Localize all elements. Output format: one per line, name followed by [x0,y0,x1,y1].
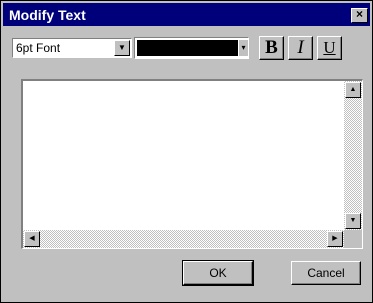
bold-button[interactable]: B [259,36,284,60]
chevron-down-icon: ▼ [118,43,126,52]
ok-button[interactable]: OK [182,260,254,286]
vertical-scrollbar[interactable]: ▲ ▼ [344,81,362,230]
text-color-dropdown[interactable]: ▾ [134,37,249,59]
italic-button[interactable]: I [288,36,313,60]
title-bar[interactable]: Modify Text × [3,3,370,26]
underline-icon: U [323,38,336,57]
ok-label: OK [209,266,227,280]
cancel-label: Cancel [307,266,345,280]
cancel-button[interactable]: Cancel [291,261,361,285]
scroll-down-button[interactable]: ▼ [345,213,361,229]
chevron-down-icon: ▾ [241,43,246,52]
arrow-up-icon: ▲ [349,86,357,93]
font-dropdown-button[interactable]: ▼ [114,40,130,56]
arrow-right-icon: ▶ [332,235,338,242]
close-icon: × [355,7,363,21]
text-editor[interactable]: ▲ ▼ ◀ ▶ [21,79,363,249]
italic-icon: I [297,37,304,58]
close-button[interactable]: × [351,7,368,23]
arrow-down-icon: ▼ [349,217,357,224]
font-size-value: 6pt Font [16,41,61,55]
horizontal-scrollbar[interactable]: ◀ ▶ [23,230,344,248]
bold-icon: B [265,37,278,58]
underline-button[interactable]: U [317,36,342,60]
window-title: Modify Text [9,7,86,23]
modify-text-dialog: Modify Text × 6pt Font ▼ ▾ B I U ▲ ▼ ◀ ▶… [0,0,373,303]
scrollbar-corner [344,230,362,248]
color-dropdown-button[interactable]: ▾ [239,40,248,56]
font-size-dropdown[interactable]: 6pt Font ▼ [12,38,132,58]
arrow-left-icon: ◀ [29,235,35,242]
scroll-right-button[interactable]: ▶ [327,231,343,247]
scroll-up-button[interactable]: ▲ [345,82,361,98]
color-swatch [137,40,238,56]
scroll-left-button[interactable]: ◀ [24,231,40,247]
